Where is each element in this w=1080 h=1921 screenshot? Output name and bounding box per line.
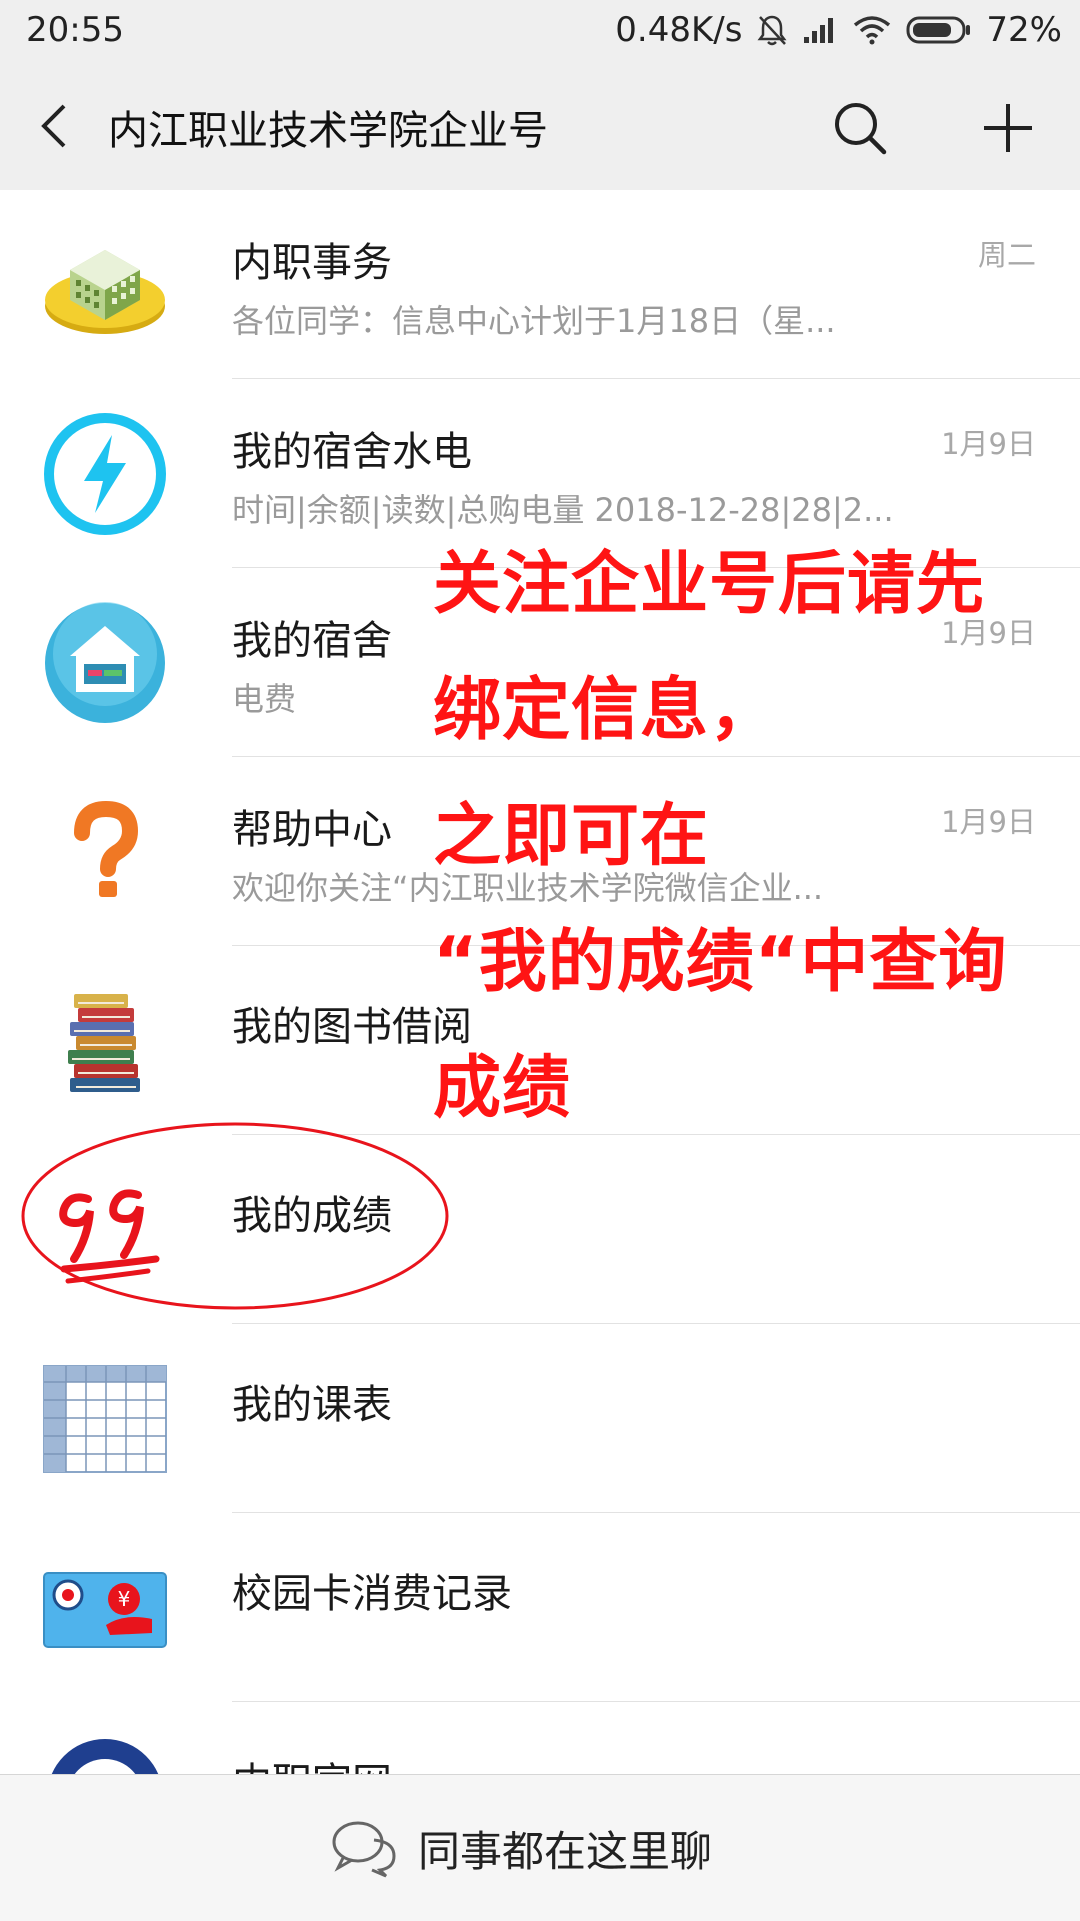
question-mark-icon	[74, 800, 139, 897]
list-item-affairs[interactable]: 内职事务 各位同学：信息中心计划于1月18日（星... 周二	[0, 190, 1080, 379]
item-name: 内职事务	[232, 240, 392, 286]
chat-bubbles-icon	[332, 1821, 396, 1878]
item-name: 内职官网	[232, 1750, 392, 1774]
status-right: 0.48K/s 72%	[615, 10, 1062, 50]
list-item-official-site[interactable]: 内职官网	[0, 1702, 1080, 1774]
item-date: 1月9日	[941, 427, 1036, 461]
annotation-line-5: 成绩	[433, 1049, 572, 1128]
plus-icon[interactable]	[978, 98, 1038, 158]
building-icon	[45, 250, 165, 334]
bottom-bar: 同事都在这里聊	[0, 1774, 1080, 1921]
group-chat-button[interactable]: 同事都在这里聊	[330, 1815, 712, 1881]
timetable-icon	[43, 1365, 167, 1473]
back-arrow-icon[interactable]	[30, 98, 86, 154]
item-date: 1月9日	[941, 805, 1036, 839]
annotation-line-3: 之即可在	[433, 797, 710, 876]
book-stack-icon	[68, 994, 140, 1092]
search-icon[interactable]	[830, 98, 890, 158]
status-time: 20:55	[26, 10, 124, 50]
house-bed-icon	[45, 602, 165, 723]
list-item-campus-card[interactable]: ¥ 校园卡消费记录	[0, 1513, 1080, 1702]
item-name: 校园卡消费记录	[232, 1571, 512, 1617]
annotation-line-1: 关注企业号后请先	[433, 545, 986, 624]
item-preview: 各位同学：信息中心计划于1月18日（星...	[232, 302, 836, 340]
nav-bar: 内江职业技术学院企业号	[0, 62, 1080, 191]
status-bar: 20:55 0.48K/s 72%	[0, 0, 1080, 62]
school-emblem-icon	[51, 1739, 159, 1774]
highlight-circle	[21, 1122, 449, 1310]
item-name: 帮助中心	[232, 807, 392, 853]
item-name: 我的宿舍水电	[232, 429, 472, 475]
wifi-icon	[854, 16, 891, 45]
group-chat-label: 同事都在这里聊	[418, 1826, 713, 1876]
battery-icon	[906, 16, 971, 44]
item-date: 周二	[977, 238, 1036, 272]
annotation-line-2: 绑定信息，	[433, 671, 779, 750]
list-item-grades[interactable]: 我的成绩	[0, 1122, 1080, 1324]
page-title: 内江职业技术学院企业号	[108, 108, 548, 154]
app-list: 内职事务 各位同学：信息中心计划于1月18日（星... 周二 我的宿舍水电 时间…	[0, 190, 1080, 1774]
lightning-icon	[44, 413, 166, 535]
list-item-timetable[interactable]: 我的课表	[0, 1324, 1080, 1513]
signal-icon	[804, 18, 834, 43]
campus-card-icon: ¥	[43, 1572, 167, 1648]
item-name: 我的课表	[232, 1382, 392, 1428]
item-preview: 时间|余额|读数|总购电量 2018-12-28|28|2...	[232, 491, 894, 529]
network-speed: 0.48K/s	[615, 10, 743, 50]
svg-text:¥: ¥	[118, 1587, 131, 1611]
annotation-line-4: “我的成绩“中查询	[433, 923, 1008, 1002]
battery-percent: 72%	[986, 10, 1062, 50]
item-name: 我的宿舍	[232, 618, 392, 664]
mute-bell-icon	[757, 15, 787, 46]
